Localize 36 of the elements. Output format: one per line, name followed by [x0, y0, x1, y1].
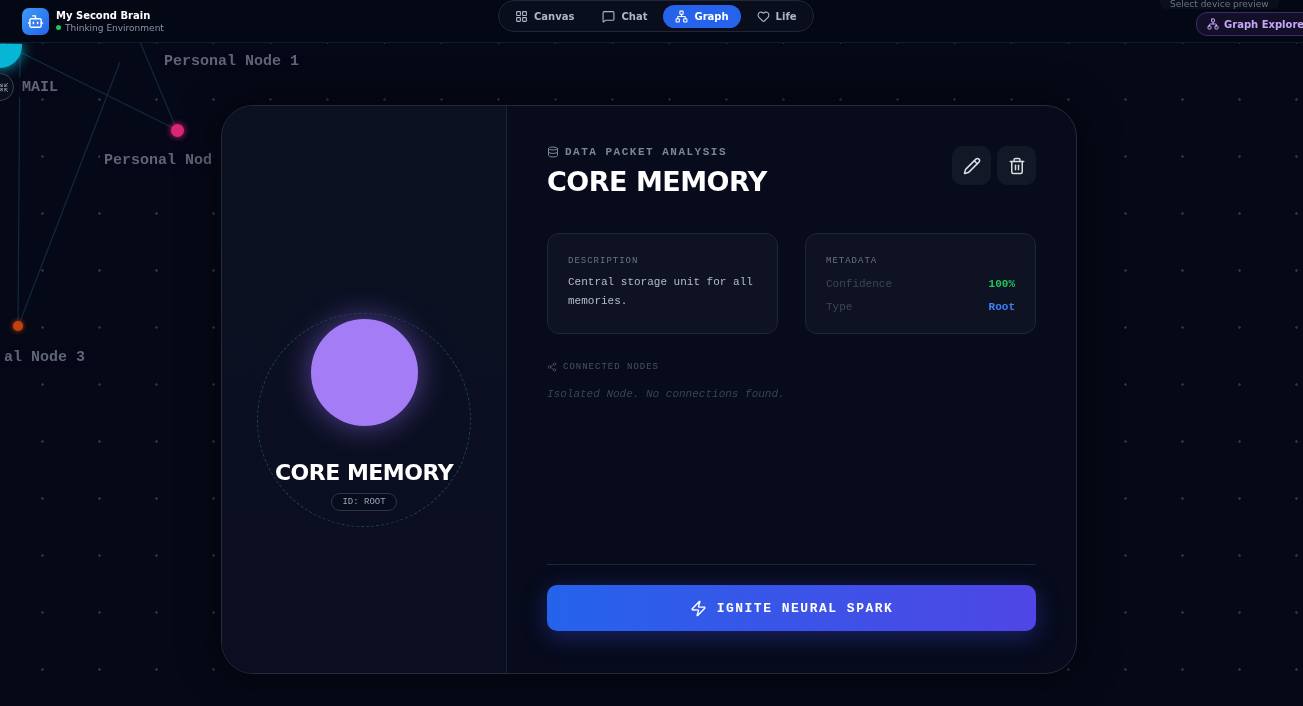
database-icon	[547, 146, 559, 158]
graph-node[interactable]	[171, 124, 184, 137]
card-label: DESCRIPTION	[568, 256, 640, 266]
share-icon	[547, 362, 557, 372]
grid-icon	[515, 9, 528, 23]
status-dot	[56, 25, 61, 30]
device-preview-select[interactable]: Select device preview	[1160, 0, 1279, 9]
node-title: CORE MEMORY	[274, 459, 454, 485]
graph-node[interactable]	[13, 321, 23, 331]
delete-button[interactable]	[997, 146, 1036, 185]
pencil-icon	[962, 156, 981, 175]
lightning-icon	[689, 599, 707, 617]
nav-tab[interactable]: Graph	[663, 4, 741, 28]
section-eyebrow: DATA PACKET ANALYSIS	[565, 146, 728, 158]
ignite-button[interactable]: IGNITE NEURAL SPARK	[547, 585, 1036, 631]
nav-tab[interactable]: Chat	[590, 4, 660, 28]
trash-icon	[1007, 156, 1026, 175]
metadata-value: Root	[988, 300, 1015, 315]
graph-explorer-badge: Graph Explore	[1196, 12, 1303, 36]
node-id-badge: ID: ROOT	[331, 492, 397, 511]
nav-tab[interactable]: Life	[744, 4, 809, 28]
heart-icon	[756, 9, 770, 23]
robot-logo	[22, 7, 49, 35]
network-icon	[1207, 18, 1219, 30]
network-icon	[675, 9, 689, 23]
edit-button[interactable]	[952, 146, 991, 185]
nav-tab[interactable]: Canvas	[503, 4, 587, 28]
app-title: My Second Brain	[56, 9, 152, 21]
detail-title: CORE MEMORY	[547, 166, 767, 197]
metadata-value: 100%	[988, 277, 1015, 292]
collapse-icon	[0, 81, 9, 93]
section-label: CONNECTED NODES	[563, 362, 659, 372]
card-label: METADATA	[826, 256, 879, 266]
description-text: Central storage unit for all memories.	[568, 275, 754, 309]
chat-bubble-icon	[602, 9, 616, 23]
app-subtitle: Thinking Environment	[65, 22, 164, 33]
